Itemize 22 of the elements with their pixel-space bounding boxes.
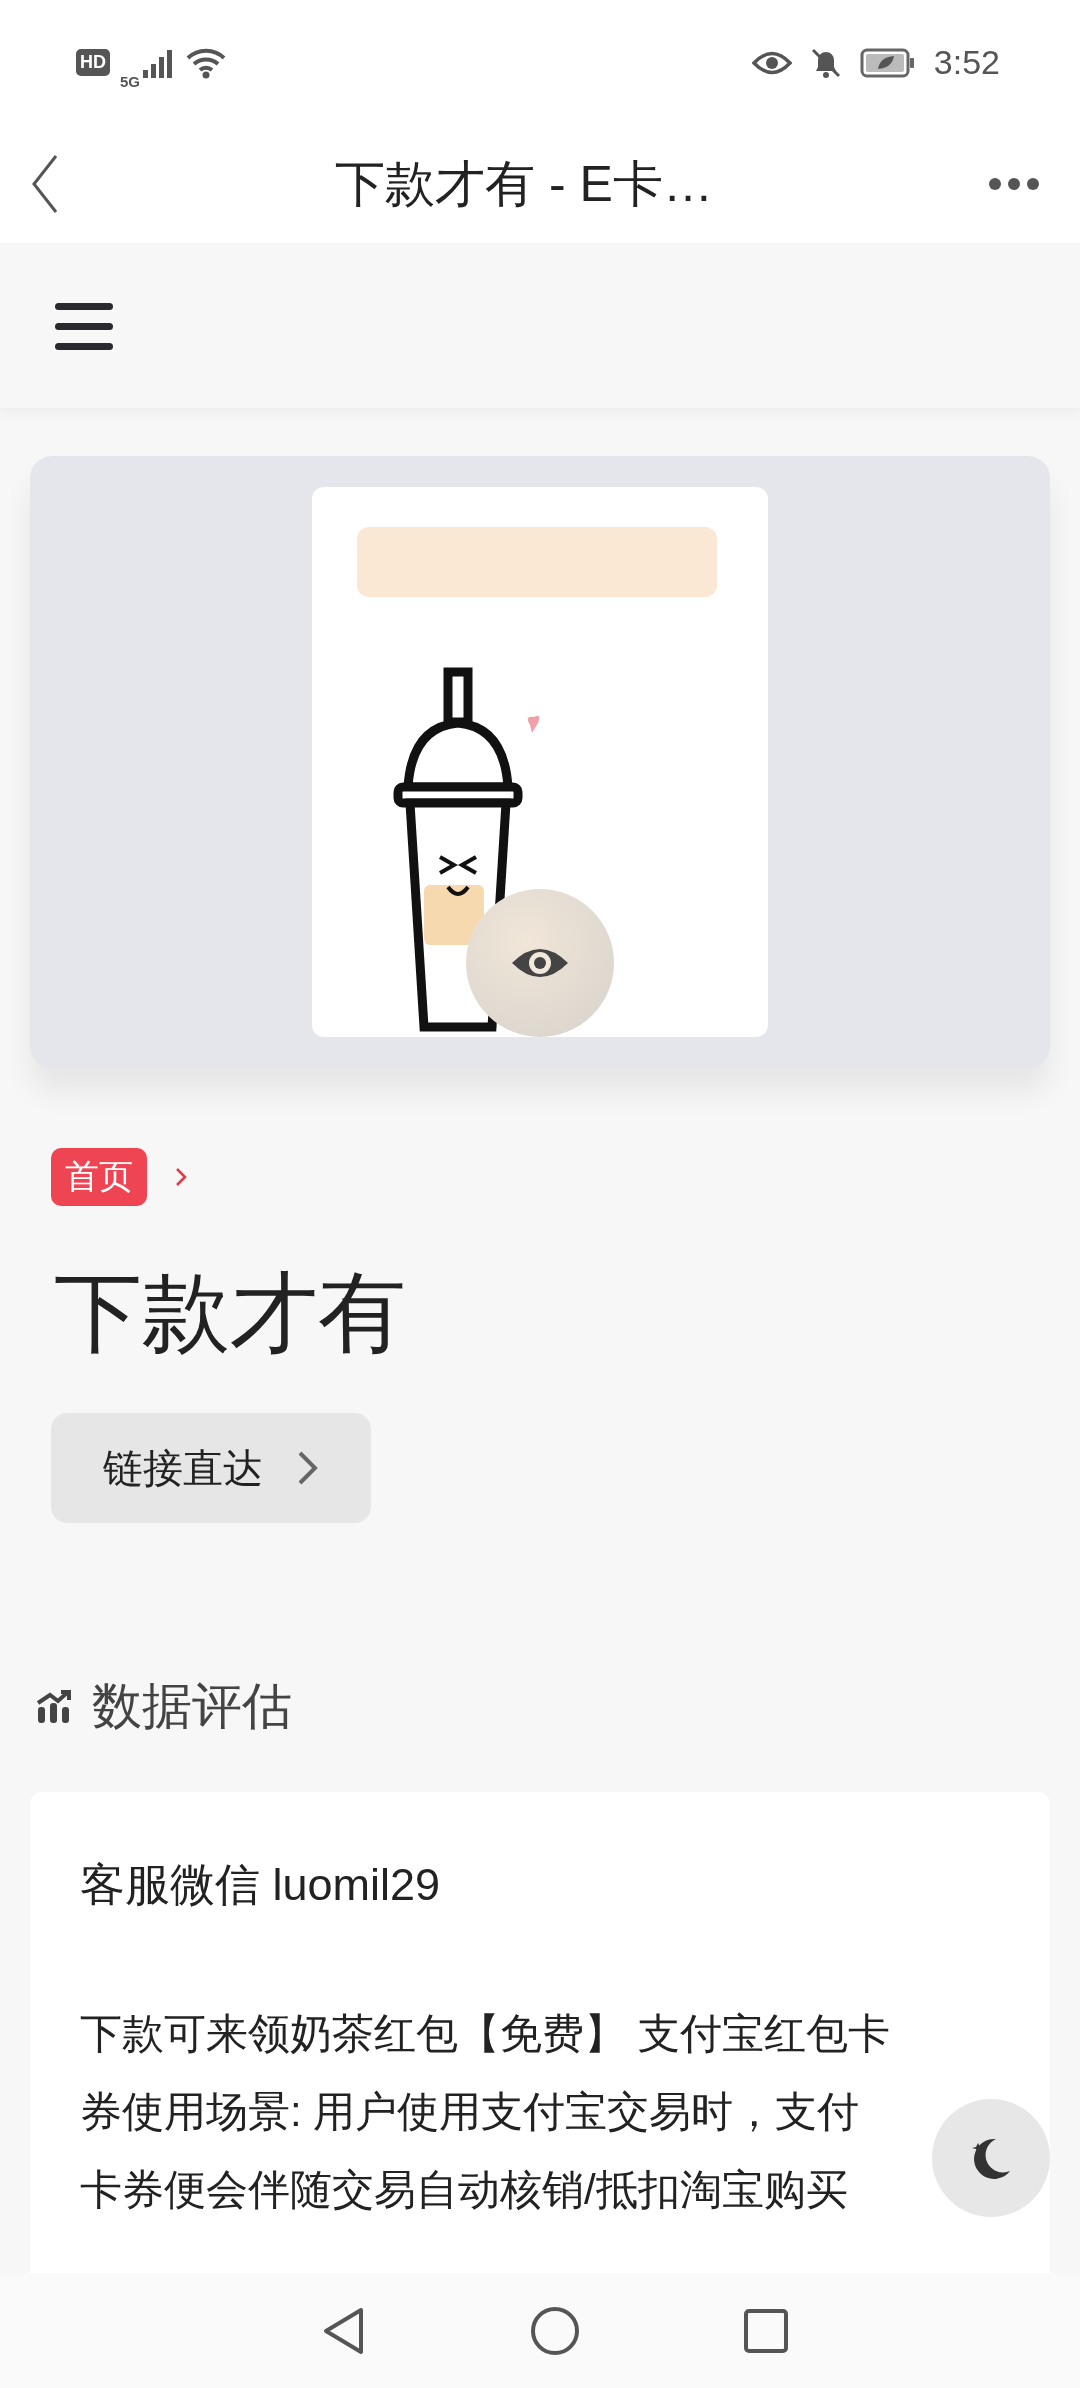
network-label: 5G [120, 73, 140, 90]
contact-text: 客服微信 luomil29 [80, 1858, 442, 1912]
more-icon[interactable] [988, 177, 1040, 191]
chevron-icon [297, 1450, 319, 1486]
back-icon[interactable] [30, 154, 60, 214]
menu-icon[interactable] [55, 300, 113, 351]
recents-icon[interactable] [743, 2307, 789, 2354]
home-icon[interactable] [529, 2304, 581, 2357]
hd-badge: HD [76, 49, 110, 76]
wifi-icon [186, 46, 226, 79]
breadcrumb-link[interactable]: 首页 [51, 1148, 147, 1206]
page-title: 下款才有 - E卡… [334, 154, 714, 214]
clock-time: 3:52 [933, 43, 1000, 82]
bell-off-icon [809, 46, 842, 79]
section-title: 数据评估 [92, 1677, 292, 1736]
link-button[interactable]: 链接直达 [51, 1413, 371, 1523]
eye-icon [751, 49, 792, 76]
article-title: 下款才有 [54, 1262, 407, 1364]
chart-icon [36, 1688, 72, 1725]
description-text: 下款可来领奶茶红包【免费】 支付宝红包卡券使用场景: 用户使用支付宝交易时，支付卡券便会伴随交易自动核销/抵扣淘宝购买 [80, 2008, 891, 2215]
chevron-icon [175, 1167, 187, 1187]
battery-icon [859, 47, 916, 78]
